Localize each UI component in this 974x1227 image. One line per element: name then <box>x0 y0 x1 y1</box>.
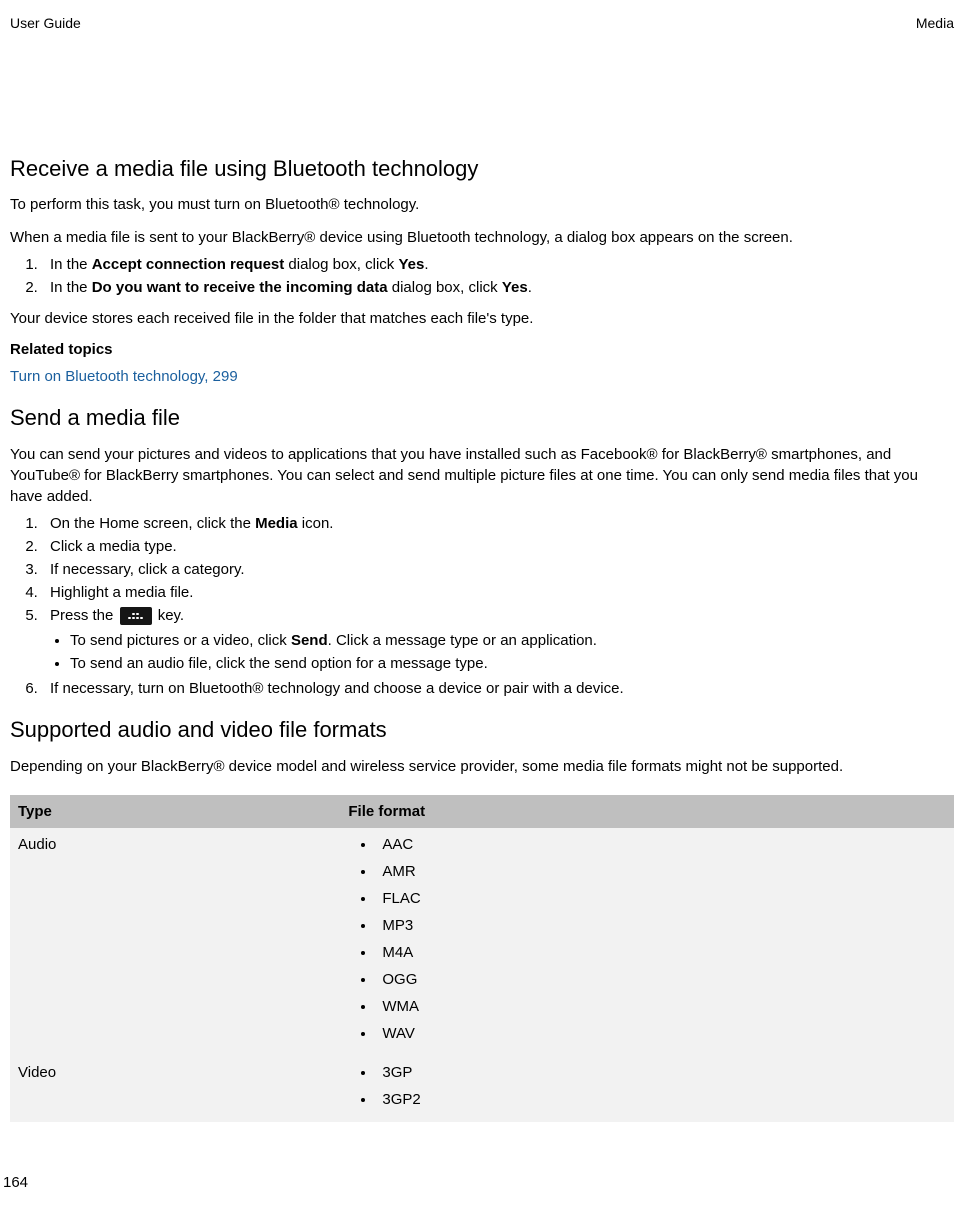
menu-key-icon <box>120 607 152 625</box>
cell-video-formats: 3GP 3GP2 <box>340 1056 954 1122</box>
section-send: Send a media file You can send your pict… <box>10 403 954 699</box>
receive-steps: In the Accept connection request dialog … <box>10 254 954 298</box>
section-formats: Supported audio and video file formats D… <box>10 715 954 1122</box>
header-left: User Guide <box>10 14 81 34</box>
list-item: OGG <box>376 969 946 990</box>
send-intro: You can send your pictures and videos to… <box>10 444 954 507</box>
section-receive: Receive a media file using Bluetooth tec… <box>10 154 954 388</box>
send-step-6: If necessary, turn on Bluetooth® technol… <box>42 678 954 699</box>
cell-video-type: Video <box>10 1056 340 1122</box>
send-bullet-2: To send an audio file, click the send op… <box>70 653 954 674</box>
receive-step-1: In the Accept connection request dialog … <box>42 254 954 275</box>
page-footer: 164 <box>0 1172 964 1193</box>
page-header: User Guide Media <box>0 14 964 34</box>
receive-step-2: In the Do you want to receive the incomi… <box>42 277 954 298</box>
page-number: 164 <box>3 1174 28 1191</box>
formats-table: Type File format Audio AAC AMR FLAC MP3 … <box>10 795 954 1122</box>
send-bullet-1: To send pictures or a video, click Send.… <box>70 630 954 651</box>
send-step-5: Press the key. To send pictures or a vid… <box>42 605 954 674</box>
send-step5-bullets: To send pictures or a video, click Send.… <box>50 630 954 674</box>
header-right: Media <box>916 14 954 34</box>
list-item: M4A <box>376 942 946 963</box>
table-row-video: Video 3GP 3GP2 <box>10 1056 954 1122</box>
receive-para1: When a media file is sent to your BlackB… <box>10 227 954 248</box>
list-item: AMR <box>376 861 946 882</box>
list-item: AAC <box>376 834 946 855</box>
col-type-header: Type <box>10 795 340 828</box>
send-step-3: If necessary, click a category. <box>42 559 954 580</box>
heading-formats: Supported audio and video file formats <box>10 715 954 746</box>
audio-format-list: AAC AMR FLAC MP3 M4A OGG WMA WAV <box>348 834 946 1044</box>
table-row-audio: Audio AAC AMR FLAC MP3 M4A OGG WMA WAV <box>10 828 954 1056</box>
list-item: FLAC <box>376 888 946 909</box>
list-item: WAV <box>376 1023 946 1044</box>
send-steps: On the Home screen, click the Media icon… <box>10 513 954 699</box>
cell-audio-type: Audio <box>10 828 340 1056</box>
send-step-2: Click a media type. <box>42 536 954 557</box>
video-format-list: 3GP 3GP2 <box>348 1062 946 1110</box>
cell-audio-formats: AAC AMR FLAC MP3 M4A OGG WMA WAV <box>340 828 954 1056</box>
table-header-row: Type File format <box>10 795 954 828</box>
send-step-1: On the Home screen, click the Media icon… <box>42 513 954 534</box>
list-item: 3GP <box>376 1062 946 1083</box>
receive-para2: Your device stores each received file in… <box>10 308 954 329</box>
formats-intro: Depending on your BlackBerry® device mod… <box>10 756 954 777</box>
send-step-4: Highlight a media file. <box>42 582 954 603</box>
heading-send: Send a media file <box>10 403 954 434</box>
related-link[interactable]: Turn on Bluetooth technology, 299 <box>10 368 238 385</box>
col-format-header: File format <box>340 795 954 828</box>
receive-intro: To perform this task, you must turn on B… <box>10 194 954 215</box>
related-topics-heading: Related topics <box>10 339 954 360</box>
list-item: MP3 <box>376 915 946 936</box>
list-item: 3GP2 <box>376 1089 946 1110</box>
heading-receive: Receive a media file using Bluetooth tec… <box>10 154 954 185</box>
page-content: Receive a media file using Bluetooth tec… <box>0 154 964 1122</box>
list-item: WMA <box>376 996 946 1017</box>
